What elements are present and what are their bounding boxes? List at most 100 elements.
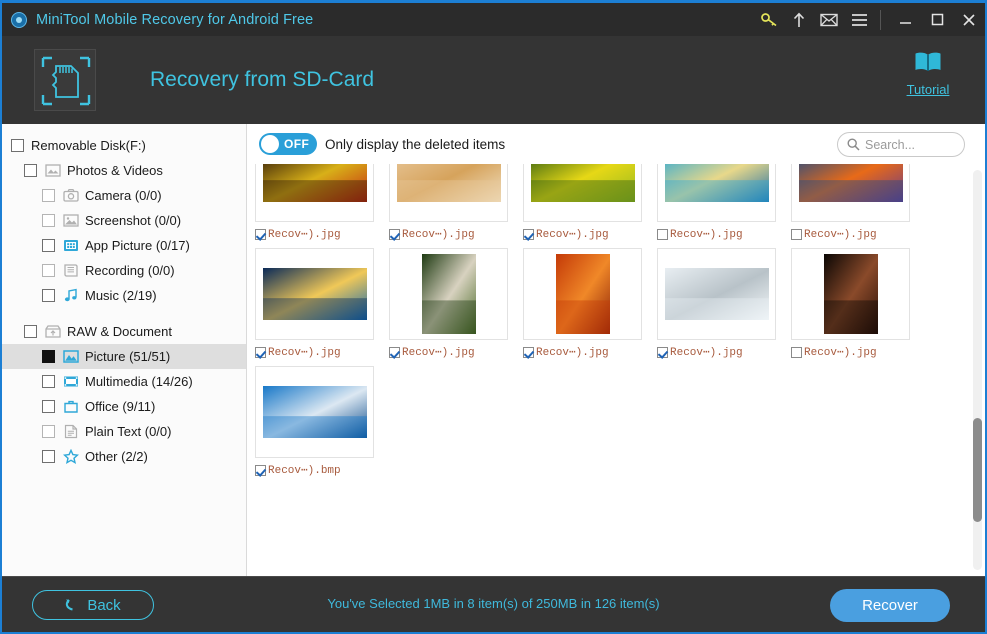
app-window: MiniTool Mobile Recovery for Android Fre… xyxy=(0,0,987,634)
category-sidebar[interactable]: Removable Disk(F:) Photos & Videos Camera … xyxy=(2,124,247,576)
file-cell[interactable]: Recov⋯).jpg xyxy=(657,248,791,360)
sidebar-item-picture-51-51[interactable]: Picture (51/51) xyxy=(2,344,246,369)
maximize-icon[interactable] xyxy=(921,3,953,36)
toggle-knob xyxy=(261,135,279,153)
checkbox[interactable] xyxy=(24,164,37,177)
file-cell[interactable]: Recov⋯).bmp xyxy=(255,366,389,478)
checkbox[interactable] xyxy=(42,400,55,413)
file-thumbnail[interactable] xyxy=(523,248,642,340)
file-cell[interactable]: Recov⋯).jpg xyxy=(255,164,389,242)
raw-document-icon xyxy=(44,324,61,340)
thumbnail-image xyxy=(823,254,878,334)
file-thumbnail[interactable] xyxy=(255,164,374,222)
file-checkbox[interactable] xyxy=(389,346,400,358)
checkbox[interactable] xyxy=(24,325,37,338)
file-label-row: Recov⋯).jpg xyxy=(255,344,389,360)
window-title: MiniTool Mobile Recovery for Android Fre… xyxy=(36,11,314,28)
sidebar-item-music-2-19[interactable]: Music (2/19) xyxy=(2,283,246,308)
file-thumbnail[interactable] xyxy=(389,164,508,222)
sidebar-item-office-9-11[interactable]: Office (9/11) xyxy=(2,394,246,419)
file-checkbox[interactable] xyxy=(255,228,266,240)
content-toolbar: OFF Only display the deleted items xyxy=(247,124,985,164)
checkbox[interactable] xyxy=(42,350,55,363)
sidebar-item-screenshot-0-0[interactable]: Screenshot (0/0) xyxy=(2,208,246,233)
vertical-scrollbar[interactable] xyxy=(973,170,982,570)
sidebar-item-camera-0-0[interactable]: Camera (0/0) xyxy=(2,183,246,208)
checkbox[interactable] xyxy=(42,239,55,252)
minimize-icon[interactable] xyxy=(889,3,921,36)
book-icon xyxy=(915,52,941,71)
file-thumbnail[interactable] xyxy=(523,164,642,222)
key-icon[interactable] xyxy=(754,3,784,36)
checkbox[interactable] xyxy=(42,289,55,302)
file-thumbnail[interactable] xyxy=(791,164,910,222)
sidebar-item-label: Multimedia (14/26) xyxy=(85,374,193,389)
sidebar-item-label: App Picture (0/17) xyxy=(85,238,190,253)
file-label-row: Recov⋯).jpg xyxy=(255,226,389,242)
file-thumbnail[interactable] xyxy=(389,248,508,340)
file-thumbnail[interactable] xyxy=(657,164,776,222)
file-checkbox[interactable] xyxy=(657,346,668,358)
thumbnail-image xyxy=(664,164,769,202)
star-icon xyxy=(62,449,79,465)
office-icon xyxy=(62,399,79,415)
file-thumbnail[interactable] xyxy=(255,366,374,458)
checkbox[interactable] xyxy=(42,214,55,227)
search-input[interactable] xyxy=(865,137,957,152)
upload-arrow-icon[interactable] xyxy=(784,3,814,36)
tutorial-label: Tutorial xyxy=(906,82,950,97)
recover-button[interactable]: Recover xyxy=(830,589,950,622)
file-checkbox[interactable] xyxy=(791,346,802,358)
file-label-row: Recov⋯).jpg xyxy=(791,226,925,242)
file-cell[interactable]: Recov⋯).jpg xyxy=(657,164,791,242)
file-cell[interactable]: Recov⋯).jpg xyxy=(791,248,925,360)
file-checkbox[interactable] xyxy=(657,228,668,240)
file-checkbox[interactable] xyxy=(255,464,266,476)
checkbox[interactable] xyxy=(42,189,55,202)
file-checkbox[interactable] xyxy=(255,346,266,358)
sidebar-item-other-2-2[interactable]: Other (2/2) xyxy=(2,444,246,469)
file-name: Recov⋯).jpg xyxy=(268,347,341,359)
sidebar-item-label: Plain Text (0/0) xyxy=(85,424,172,439)
plain-text-icon xyxy=(62,424,79,440)
scrollbar-thumb[interactable] xyxy=(973,418,982,522)
file-label-row: Recov⋯).jpg xyxy=(657,344,791,360)
tutorial-button[interactable]: Tutorial xyxy=(891,50,965,97)
thumbnail-image xyxy=(530,164,635,202)
deleted-items-toggle[interactable]: OFF xyxy=(259,133,317,155)
file-cell[interactable]: Recov⋯).jpg xyxy=(255,248,389,360)
sidebar-item-label: Music (2/19) xyxy=(85,288,157,303)
file-cell[interactable]: Recov⋯).jpg xyxy=(389,248,523,360)
close-icon[interactable] xyxy=(953,3,985,36)
checkbox[interactable] xyxy=(42,375,55,388)
page-title: Recovery from SD-Card xyxy=(150,68,375,91)
file-checkbox[interactable] xyxy=(523,228,534,240)
file-name: Recov⋯).bmp xyxy=(268,465,341,477)
sidebar-item-plain-text-0-0[interactable]: Plain Text (0/0) xyxy=(2,419,246,444)
file-checkbox[interactable] xyxy=(791,228,802,240)
sidebar-item-multimedia-14-26[interactable]: Multimedia (14/26) xyxy=(2,369,246,394)
file-thumbnail[interactable] xyxy=(657,248,776,340)
sidebar-item-raw-document[interactable]: RAW & Document xyxy=(2,319,246,344)
file-checkbox[interactable] xyxy=(523,346,534,358)
sidebar-item-removable-disk-f[interactable]: Removable Disk(F:) xyxy=(2,133,246,158)
sidebar-item-app-picture-0-17[interactable]: App Picture (0/17) xyxy=(2,233,246,258)
search-icon xyxy=(847,138,860,151)
checkbox[interactable] xyxy=(42,425,55,438)
file-cell[interactable]: Recov⋯).jpg xyxy=(523,164,657,242)
file-checkbox[interactable] xyxy=(389,228,400,240)
search-box[interactable] xyxy=(837,132,965,157)
file-cell[interactable]: Recov⋯).jpg xyxy=(389,164,523,242)
file-cell[interactable]: Recov⋯).jpg xyxy=(523,248,657,360)
sidebar-item-photos-videos[interactable]: Photos & Videos xyxy=(2,158,246,183)
sidebar-item-recording-0-0[interactable]: Recording (0/0) xyxy=(2,258,246,283)
hamburger-menu-icon[interactable] xyxy=(844,3,874,36)
checkbox[interactable] xyxy=(42,264,55,277)
checkbox[interactable] xyxy=(42,450,55,463)
file-thumbnail[interactable] xyxy=(791,248,910,340)
envelope-icon[interactable] xyxy=(814,3,844,36)
file-cell[interactable]: Recov⋯).jpg xyxy=(791,164,925,242)
file-thumbnail[interactable] xyxy=(255,248,374,340)
file-label-row: Recov⋯).jpg xyxy=(389,226,523,242)
checkbox[interactable] xyxy=(11,139,24,152)
